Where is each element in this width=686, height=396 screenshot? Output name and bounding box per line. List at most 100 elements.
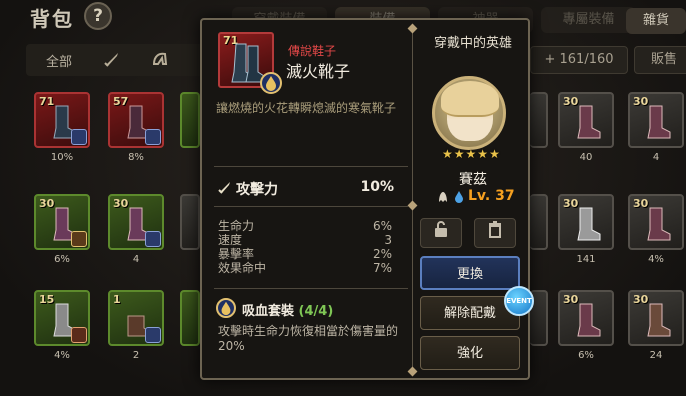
slot-stat: 8%: [128, 152, 144, 163]
thief-class-icon: [436, 190, 450, 204]
sub-stat-label: 暴擊率: [218, 247, 255, 261]
slot-level: 1: [113, 293, 121, 306]
hero-portrait[interactable]: [432, 76, 506, 150]
enhance-button[interactable]: 強化: [420, 336, 520, 370]
set-name: 吸血套裝: [242, 304, 295, 319]
sub-stat-value: 2%: [372, 247, 392, 261]
star-icon: ★: [442, 147, 453, 161]
helmet-icon[interactable]: [150, 50, 170, 70]
main-stat-label: 攻擊力: [236, 182, 278, 198]
sub-stat-value: 6%: [372, 219, 392, 233]
sword-icon: [218, 180, 232, 194]
sub-stat-label: 生命力: [218, 219, 255, 233]
set-badge-icon: [145, 231, 161, 247]
ornament-gem: [407, 366, 418, 377]
sub-stat-row: 生命力 6%: [218, 219, 392, 233]
main-stat-value: 10%: [360, 179, 394, 195]
sub-stat-row: 速度 3: [218, 233, 392, 247]
inventory-slot[interactable]: 30: [558, 92, 614, 148]
equipped-hero-title: 穿戴中的英雄: [433, 36, 512, 51]
hero-hair: [441, 81, 499, 117]
inventory-slot[interactable]: 71: [34, 92, 90, 148]
change-button[interactable]: 更換: [420, 256, 520, 290]
inventory-slot[interactable]: [530, 92, 548, 148]
divider: [214, 166, 408, 167]
star-icon: ★: [465, 147, 477, 161]
sub-stat-label: 效果命中: [218, 261, 267, 275]
set-count: (4/4): [298, 304, 334, 319]
sub-stat-row: 效果命中 7%: [218, 261, 392, 275]
slot-stat: 4: [652, 152, 660, 163]
blood-drop-icon: [260, 72, 282, 94]
filter-bar: 全部: [26, 44, 210, 76]
hero-level: Lv. 37: [468, 188, 515, 204]
sell-button[interactable]: 販售: [634, 46, 686, 74]
sub-stat-value: 7%: [372, 261, 392, 275]
slot-stat: 4%: [54, 350, 70, 361]
inventory-slot[interactable]: [530, 194, 548, 250]
boot-icon: [577, 207, 601, 241]
slot-stat: 6%: [578, 350, 594, 361]
sub-stat-label: 速度: [218, 233, 243, 247]
hero-name: 賽茲: [459, 172, 487, 188]
slot-stat: 4: [132, 254, 140, 265]
event-badge: EVENT: [504, 286, 534, 316]
slot-stat: 141: [576, 254, 596, 265]
inventory-slot[interactable]: 30: [628, 92, 684, 148]
inventory-slot[interactable]: [180, 194, 200, 250]
inventory-slot[interactable]: [180, 290, 200, 346]
star-icon: ★: [489, 147, 500, 161]
hero-stars: ★ ★ ★ ★ ★: [442, 147, 500, 161]
lock-button[interactable]: [420, 218, 462, 248]
inventory-slot[interactable]: 1: [108, 290, 164, 346]
set-description: 攻擊時生命力恢復相當於傷害量的20%: [218, 324, 399, 353]
item-description: 讓燃燒的火花轉瞬熄滅的寒氣靴子: [216, 101, 397, 115]
inventory-slot[interactable]: 30: [34, 194, 90, 250]
inventory-slot[interactable]: 57: [108, 92, 164, 148]
trash-icon: [489, 221, 501, 238]
set-title: 吸血套裝 (4/4): [242, 300, 333, 319]
ornament-gem: [407, 200, 418, 211]
boot-icon: [577, 303, 601, 337]
boot-icon: [577, 105, 601, 139]
item-detail-popup: 71 傳說鞋子 滅火靴子 讓燃燒的火花轉瞬熄滅的寒氣靴子 攻擊力 10% 生命力…: [200, 18, 534, 380]
star-icon: ★: [453, 147, 465, 161]
boot-icon: [647, 303, 671, 337]
inventory-capacity[interactable]: + 161/160: [530, 46, 628, 74]
slot-stat: 6%: [54, 254, 70, 265]
inventory-slot[interactable]: 30: [558, 290, 614, 346]
inventory-slot[interactable]: 15: [34, 290, 90, 346]
sub-stat-row: 暴擊率 2%: [218, 247, 392, 261]
delete-button[interactable]: [474, 218, 516, 248]
sub-stat-value: 3: [384, 233, 392, 247]
divider: [214, 288, 408, 289]
boot-icon: [647, 207, 671, 241]
slot-stat: 10%: [50, 152, 74, 163]
inventory-slot[interactable]: 30: [628, 194, 684, 250]
star-icon: ★: [477, 147, 489, 161]
filter-all[interactable]: 全部: [46, 51, 72, 70]
divider: [214, 206, 408, 207]
set-badge-icon: [71, 231, 87, 247]
ornament-gem: [407, 23, 418, 34]
sword-icon[interactable]: [102, 50, 122, 70]
sub-stats: 生命力 6% 速度 3 暴擊率 2% 效果命中 7%: [218, 219, 392, 275]
item-name: 滅火靴子: [286, 62, 351, 81]
inventory-slot[interactable]: 30: [558, 194, 614, 250]
tab-exclusive-equipment[interactable]: 專屬裝備: [541, 7, 636, 33]
slot-stat: 4%: [648, 254, 664, 265]
inventory-slot[interactable]: [180, 92, 200, 148]
inventory-slot[interactable]: 30: [628, 290, 684, 346]
tab-miscellany[interactable]: 雜貨: [626, 8, 686, 34]
set-badge-icon: [71, 129, 87, 145]
slot-stat: 2: [132, 350, 140, 361]
blood-drop-icon: [216, 298, 236, 318]
divider: [412, 28, 413, 370]
help-button[interactable]: ?: [84, 2, 112, 30]
slot-stat: 24: [649, 350, 663, 361]
page-title: 背包: [30, 7, 74, 31]
unlock-icon: [435, 221, 447, 237]
boot-icon: [647, 105, 671, 139]
inventory-slot[interactable]: 30: [108, 194, 164, 250]
set-badge-icon: [145, 327, 161, 343]
